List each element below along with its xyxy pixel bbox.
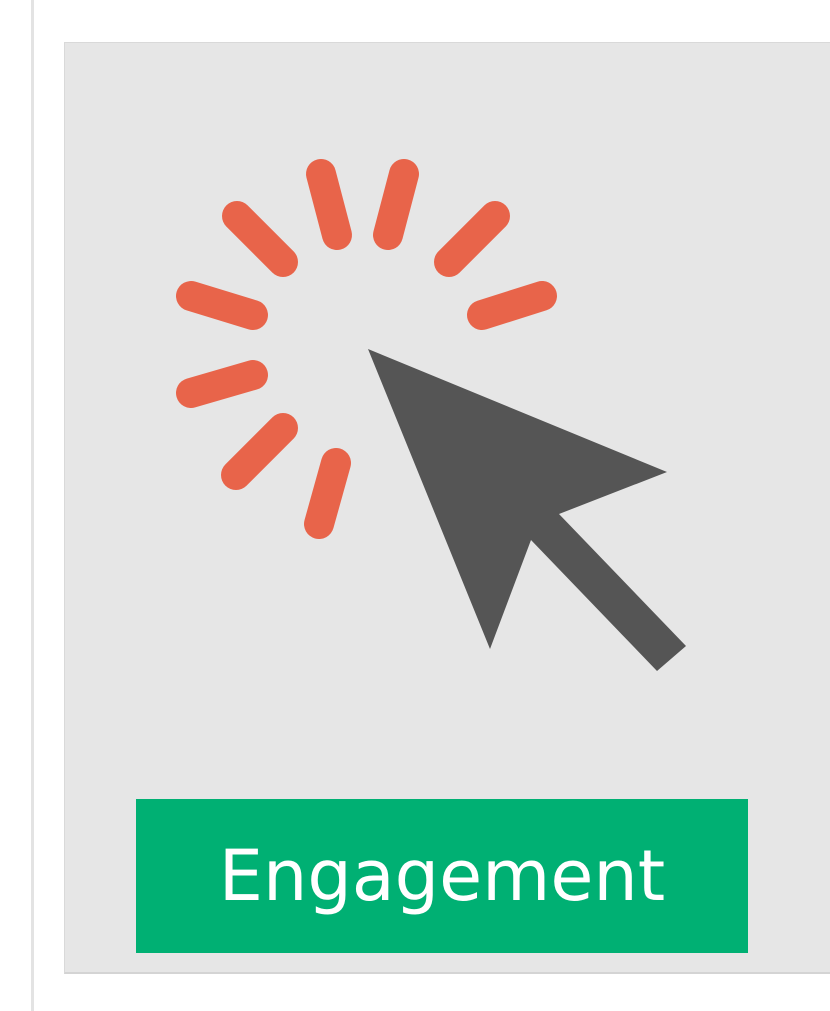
engagement-label: Engagement xyxy=(218,835,666,917)
page: Engagement xyxy=(0,0,830,1011)
click-ray xyxy=(222,201,298,277)
click-ray xyxy=(176,360,268,408)
click-ray xyxy=(373,159,419,250)
cursor-arrow xyxy=(368,349,686,671)
engagement-card[interactable]: Engagement xyxy=(64,42,830,974)
click-ray xyxy=(221,413,298,490)
click-cursor-icon xyxy=(65,43,830,763)
click-ray xyxy=(176,281,268,330)
left-divider xyxy=(31,0,34,1011)
click-ray xyxy=(467,281,557,330)
engagement-label-badge: Engagement xyxy=(136,799,748,953)
click-ray xyxy=(434,201,510,277)
click-ray xyxy=(306,159,352,250)
click-ray xyxy=(304,448,351,539)
